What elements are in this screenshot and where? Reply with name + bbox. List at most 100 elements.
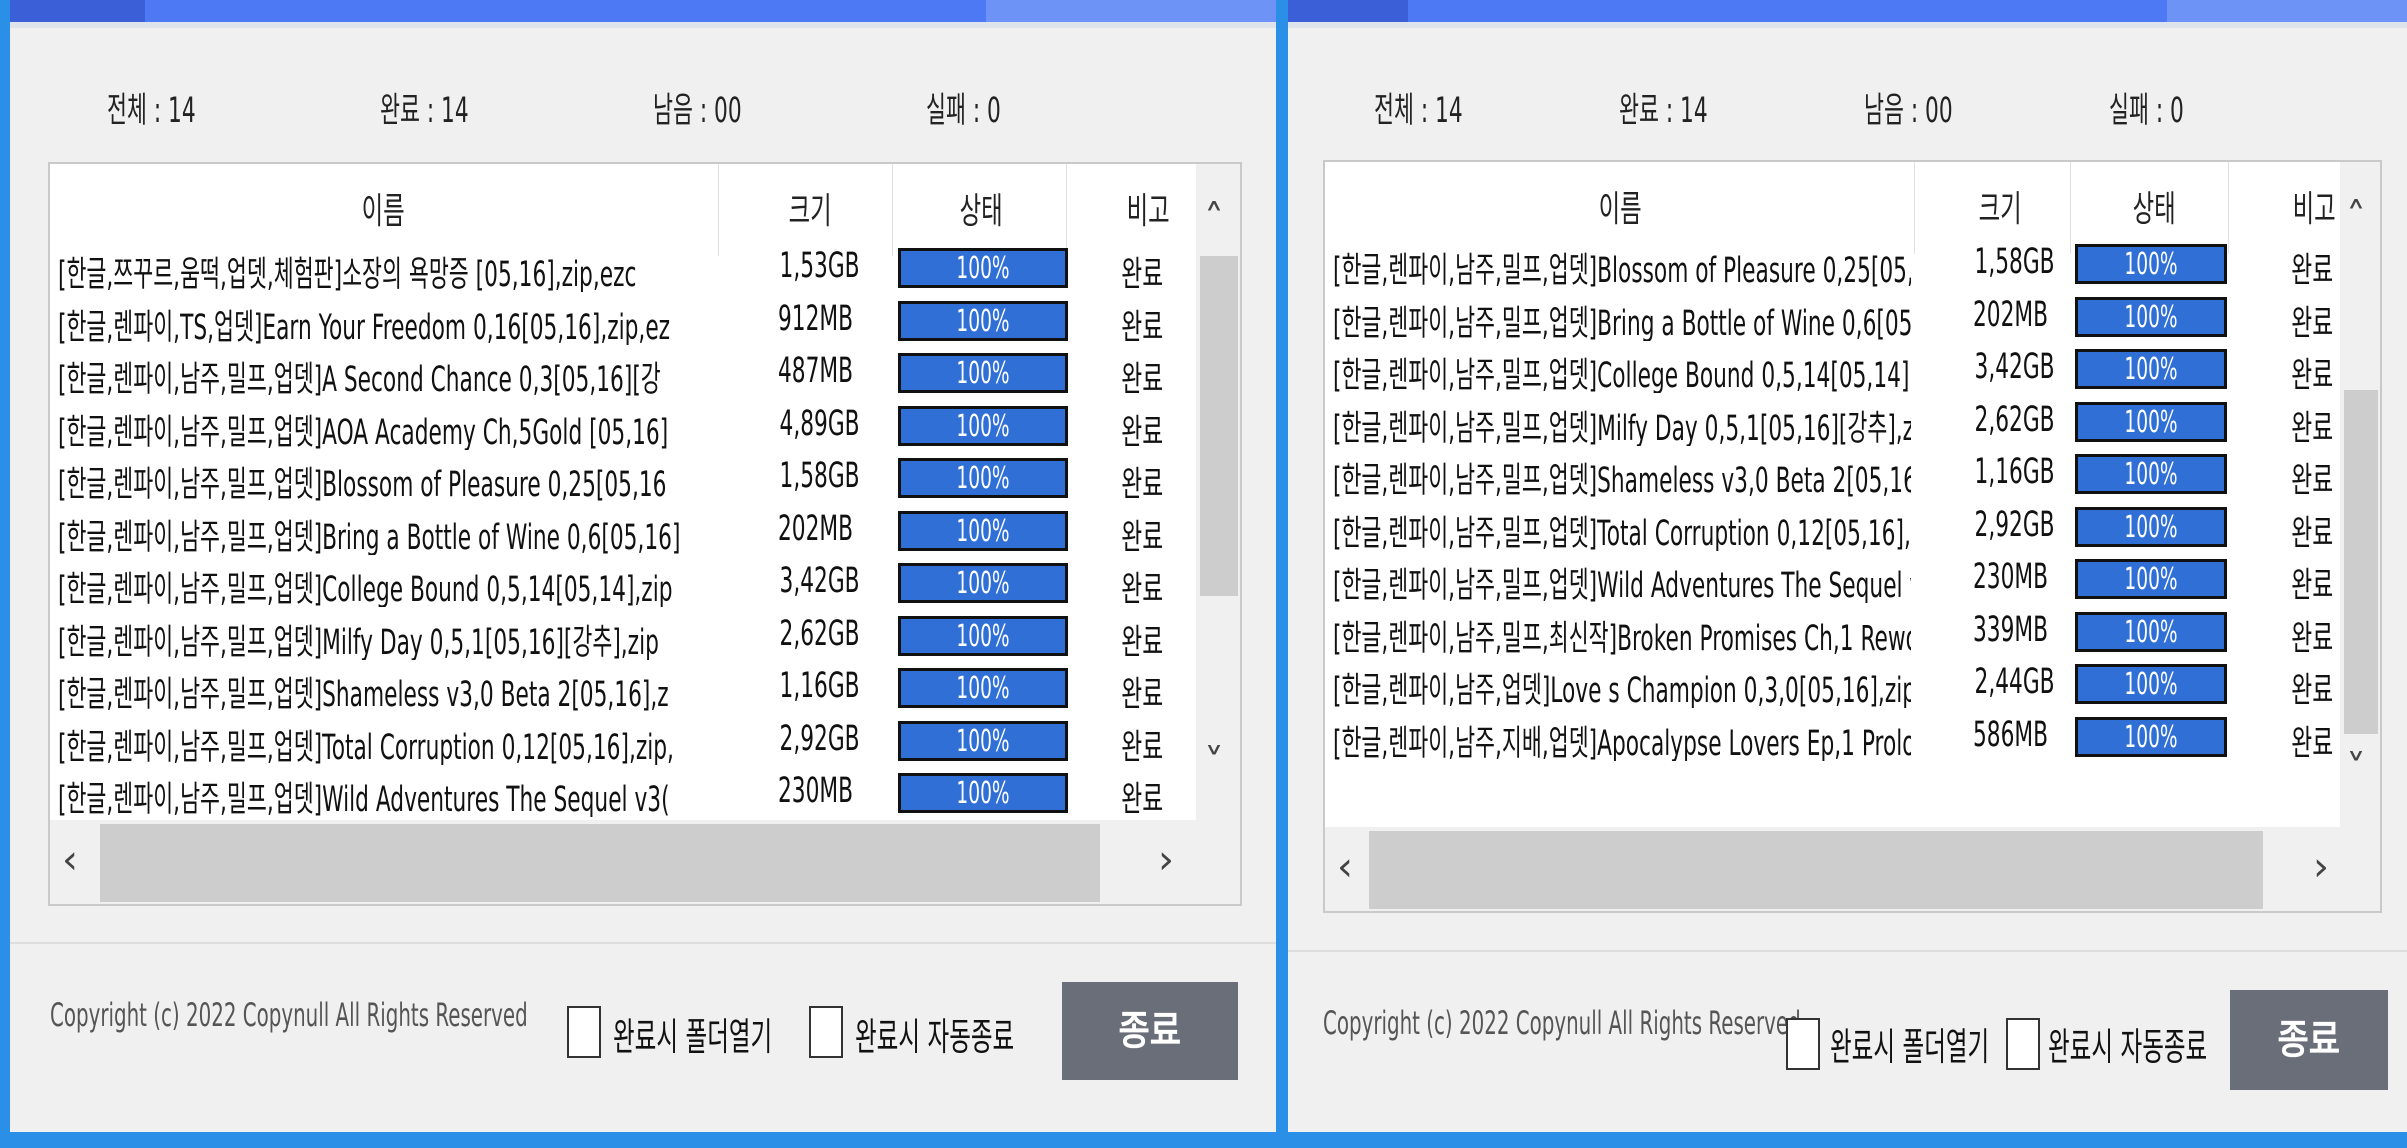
table-row[interactable]: [한글,렌파이,남주,밀프,업뎃]Bring a Bottle of Wine … — [50, 503, 1196, 558]
table-row[interactable]: [한글,렌파이,남주,밀프,업뎃]Wild Adventures The Seq… — [1325, 551, 2340, 606]
table-row[interactable]: [한글,렌파이,남주,밀프,업뎃]College Bound 0,5,14[05… — [1325, 341, 2340, 396]
row-note: 완료 — [1121, 412, 1164, 453]
horizontal-scrollbar[interactable]: ‹ › — [1325, 827, 2380, 911]
row-note: 완료 — [2291, 356, 2334, 396]
row-note: 완료 — [1121, 307, 1164, 348]
row-size: 1,58GB — [779, 456, 860, 496]
column-header-status[interactable]: 상태 — [2133, 180, 2176, 232]
open-folder-checkbox[interactable] — [567, 1006, 601, 1058]
open-folder-checkbox[interactable] — [1786, 1018, 1820, 1070]
table-row[interactable]: [한글,렌파이,남주,밀프,업뎃]Milfy Day 0,5,1[05,16][… — [50, 608, 1196, 663]
vertical-scroll-thumb[interactable] — [2344, 390, 2378, 734]
table-row[interactable]: [한글,쯔꾸르,움떡,업뎃,체험판]소장의 욕망증 [05,16],zip,ez… — [50, 240, 1196, 295]
chevron-up-icon[interactable]: ˄ — [2346, 198, 2366, 238]
chevron-down-icon[interactable]: ˅ — [1204, 744, 1224, 784]
exit-button[interactable]: 종료 — [1062, 982, 1238, 1080]
progress-percent: 100% — [2124, 719, 2178, 755]
progress-percent: 100% — [956, 303, 1010, 339]
row-size: 1,16GB — [1974, 452, 2055, 492]
row-progress-bar: 100% — [898, 300, 1068, 341]
table-row[interactable]: [한글,렌파이,남주,밀프,업뎃]Wild Adventures The Seq… — [50, 765, 1196, 820]
column-header-size[interactable]: 크기 — [789, 182, 832, 234]
column-header-status[interactable]: 상태 — [960, 182, 1003, 234]
table-row[interactable]: [한글,렌파이,남주,밀프,업뎃]Milfy Day 0,5,1[05,16][… — [1325, 394, 2340, 449]
chevron-right-icon[interactable]: › — [2313, 847, 2329, 887]
open-folder-label[interactable]: 완료시 폴더열기 — [1830, 1016, 1989, 1071]
auto-exit-label[interactable]: 완료시 자동종료 — [2048, 1016, 2207, 1071]
progress-percent: 100% — [956, 618, 1010, 654]
stat-remaining: 남음 : 00 — [1864, 91, 1953, 131]
footer-divider — [1288, 950, 2407, 952]
column-header-note[interactable]: 비고 — [2293, 180, 2336, 232]
vertical-scroll-thumb[interactable] — [1200, 256, 1238, 596]
row-name: [한글,렌파이,남주,밀프,최신작]Broken Promises Ch,1 R… — [1333, 618, 1911, 656]
chevron-left-icon[interactable]: ‹ — [1337, 847, 1353, 887]
column-header-note[interactable]: 비고 — [1127, 182, 1170, 234]
horizontal-scroll-thumb[interactable] — [1369, 831, 2263, 909]
download-window-left: 전체 : 14 완료 : 14 남음 : 00 실패 : 0 이름 크기 상태 … — [10, 0, 1276, 1132]
progress-percent: 100% — [956, 513, 1010, 549]
table-row[interactable]: [한글,렌파이,남주,밀프,업뎃]College Bound 0,5,14[05… — [50, 555, 1196, 610]
table-row[interactable]: [한글,렌파이,남주,밀프,업뎃]Shameless v3,0 Beta 2[0… — [50, 660, 1196, 715]
row-size: 586MB — [1972, 714, 2049, 755]
table-row[interactable]: [한글,렌파이,남주,밀프,최신작]Broken Promises Ch,1 R… — [1325, 604, 2340, 659]
horizontal-scrollbar[interactable]: ‹ › — [50, 820, 1240, 904]
table-row[interactable]: [한글,렌파이,남주,밀프,업뎃]Total Corruption 0,12[0… — [1325, 499, 2340, 554]
title-bar-shadow — [1288, 22, 2407, 28]
title-bar[interactable] — [10, 0, 1276, 22]
table-row[interactable]: [한글,렌파이,남주,지배,업뎃]Apocalypse Lovers Ep,1 … — [1325, 709, 2340, 764]
progress-percent: 100% — [956, 356, 1010, 391]
auto-exit-label[interactable]: 완료시 자동종료 — [855, 1006, 1014, 1061]
row-progress-bar: 100% — [898, 720, 1068, 761]
row-name-cell: [한글,렌파이,남주,밀프,업뎃]Wild Adventures The Seq… — [1325, 551, 1911, 603]
table-row[interactable]: [한글,렌파이,남주,밀프,업뎃]Total Corruption 0,12[0… — [50, 713, 1196, 768]
row-progress-bar: 100% — [898, 405, 1068, 446]
table-row[interactable]: [한글,렌파이,남주,업뎃]Love s Champion 0,3,0[05,1… — [1325, 656, 2340, 711]
table-row[interactable]: [한글,렌파이,남주,밀프,업뎃]Shameless v3,0 Beta 2[0… — [1325, 446, 2340, 501]
row-name: [한글,렌파이,남주,밀프,업뎃]Bring a Bottle of Wine … — [1333, 303, 1911, 341]
row-size: 1,53GB — [779, 246, 860, 286]
vertical-scrollbar[interactable]: ˄ ˅ — [1196, 164, 1240, 824]
chevron-down-icon[interactable]: ˅ — [2346, 750, 2366, 790]
open-folder-label[interactable]: 완료시 폴더열기 — [613, 1006, 772, 1061]
table-row[interactable]: [한글,렌파이,남주,밀프,업뎃]Blossom of Pleasure 0,2… — [1325, 236, 2340, 291]
auto-exit-checkbox[interactable] — [2006, 1018, 2040, 1070]
column-header-name[interactable]: 이름 — [1599, 180, 1642, 232]
row-note: 완료 — [2291, 513, 2334, 554]
row-note: 완료 — [2291, 408, 2334, 449]
progress-percent: 100% — [2124, 457, 2178, 492]
column-header-name[interactable]: 이름 — [362, 182, 405, 234]
stat-failed: 실패 : 0 — [2109, 91, 2184, 131]
row-progress-bar: 100% — [2075, 454, 2227, 494]
progress-percent: 100% — [2124, 562, 2178, 597]
row-name: [한글,렌파이,남주,밀프,업뎃]College Bound 0,5,14[05… — [58, 570, 673, 607]
row-name: [한글,렌파이,남주,밀프,업뎃]Milfy Day 0,5,1[05,16][… — [58, 622, 659, 660]
row-progress-bar: 100% — [898, 615, 1068, 656]
progress-percent: 100% — [2124, 352, 2178, 387]
row-note: 완료 — [2291, 251, 2334, 291]
title-bar[interactable] — [1288, 0, 2407, 22]
chevron-up-icon[interactable]: ˄ — [1204, 200, 1224, 240]
title-bar-segment — [986, 0, 1276, 22]
table-row[interactable]: [한글,렌파이,남주,밀프,업뎃]A Second Chance 0,3[05,… — [50, 345, 1196, 400]
row-progress-bar: 100% — [898, 668, 1068, 708]
row-progress-bar: 100% — [898, 248, 1068, 288]
table-row[interactable]: [한글,렌파이,남주,밀프,업뎃]Blossom of Pleasure 0,2… — [50, 450, 1196, 505]
table-row[interactable]: [한글,렌파이,TS,업뎃]Earn Your Freedom 0,16[05,… — [50, 293, 1196, 348]
row-name-cell: [한글,렌파이,남주,밀프,업뎃]College Bound 0,5,14[05… — [50, 555, 716, 607]
chevron-left-icon[interactable]: ‹ — [62, 840, 78, 880]
row-size: 230MB — [777, 771, 854, 811]
column-header-size[interactable]: 크기 — [1979, 180, 2022, 232]
horizontal-scroll-thumb[interactable] — [100, 824, 1100, 902]
row-size: 2,62GB — [1974, 399, 2055, 440]
chevron-right-icon[interactable]: › — [1158, 840, 1174, 880]
row-progress-bar: 100% — [2075, 611, 2227, 652]
table-row[interactable]: [한글,렌파이,남주,밀프,업뎃]Bring a Bottle of Wine … — [1325, 289, 2340, 344]
row-size: 3,42GB — [1974, 347, 2055, 387]
vertical-scrollbar[interactable]: ˄ ˅ — [2340, 162, 2380, 827]
row-note: 완료 — [2291, 303, 2334, 344]
table-row[interactable]: [한글,렌파이,남주,밀프,업뎃]AOA Academy Ch,5Gold [0… — [50, 398, 1196, 453]
exit-button[interactable]: 종료 — [2230, 990, 2388, 1090]
row-size: 339MB — [1972, 609, 2049, 650]
auto-exit-checkbox[interactable] — [809, 1006, 843, 1058]
